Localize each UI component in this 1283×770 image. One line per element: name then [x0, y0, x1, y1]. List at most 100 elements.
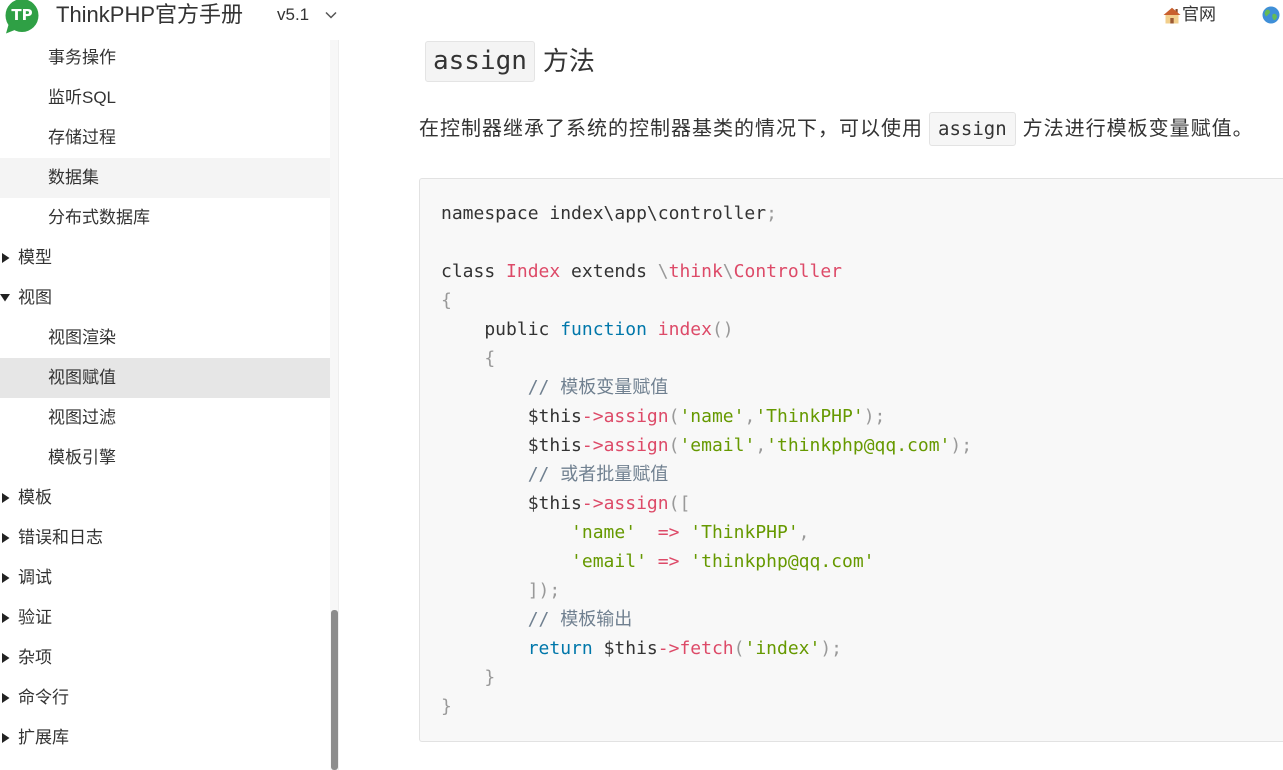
version-label: v5.1 — [277, 5, 310, 24]
code-token: { — [484, 348, 496, 369]
sidebar-item-label: 视图渲染 — [48, 328, 116, 347]
official-site-link[interactable]: 官网 — [1163, 5, 1216, 25]
caret-right-icon[interactable] — [2, 693, 12, 703]
code-token: => — [657, 551, 680, 572]
sidebar-item[interactable]: 存储过程 — [0, 118, 330, 158]
code-token: $this — [441, 406, 582, 427]
code-line: } — [441, 663, 1283, 692]
sidebar-item[interactable]: 命令行 — [0, 678, 330, 718]
code-line: { — [441, 286, 1283, 315]
sidebar-item[interactable]: 视图赋值 — [0, 358, 330, 398]
code-line: 'email' => 'thinkphp@qq.com' — [441, 547, 1283, 576]
code-block: namespace index\app\controller; class Ind… — [419, 178, 1283, 742]
sidebar-item[interactable]: 数据集 — [0, 158, 330, 198]
code-token: -> — [581, 435, 604, 456]
sidebar-item[interactable]: 模板引擎 — [0, 438, 330, 478]
code-line: class Index extends \think\Controller — [441, 257, 1283, 286]
code-token: ([ — [668, 493, 691, 514]
sidebar-item[interactable]: 验证 — [0, 598, 330, 638]
code-line: $this->assign('name','ThinkPHP'); — [441, 402, 1283, 431]
sidebar-item-label: 视图 — [18, 288, 52, 307]
code-line: return $this->fetch('index'); — [441, 634, 1283, 663]
code-token: 'email' — [571, 551, 647, 572]
sidebar-item[interactable]: 监听SQL — [0, 78, 330, 118]
code-token: $this — [592, 638, 658, 659]
caret-right-icon[interactable] — [2, 573, 12, 583]
code-token: assign — [603, 406, 669, 427]
code-token: 'index' — [744, 638, 821, 659]
code-line: } — [441, 692, 1283, 721]
code-token: $this — [441, 493, 582, 514]
code-line: { — [441, 344, 1283, 373]
code-line: // 模板输出 — [441, 605, 1283, 634]
globe-icon[interactable] — [1262, 6, 1280, 24]
code-token: function — [560, 319, 647, 340]
code-token: , — [755, 435, 767, 456]
code-token: () — [711, 319, 734, 340]
caret-right-icon[interactable] — [2, 253, 12, 263]
sidebar-item[interactable]: 扩展库 — [0, 718, 330, 758]
sidebar-item[interactable]: 错误和日志 — [0, 518, 330, 558]
sidebar-nav: 事务操作 监听SQL 存储过程 数据集 分布式数据库 模型 视图 视图渲染 视图赋值 视图过滤 模板… — [0, 40, 330, 770]
code-token: return — [527, 638, 593, 659]
caret-down-icon[interactable] — [0, 294, 10, 304]
code-token: 'thinkphp@qq.com' — [690, 551, 875, 572]
caret-right-icon[interactable] — [2, 493, 12, 503]
code-token: ( — [668, 406, 680, 427]
sidebar-item[interactable]: 调试 — [0, 558, 330, 598]
caret-right-icon[interactable] — [2, 533, 12, 543]
code-token: ( — [733, 638, 745, 659]
site-title[interactable]: ThinkPHP官方手册 — [56, 2, 243, 28]
sidebar-scrollbar[interactable] — [330, 40, 338, 770]
code-token: ); — [863, 406, 886, 427]
sidebar-item[interactable]: 事务操作 — [0, 40, 330, 78]
sidebar-item-label: 数据集 — [48, 168, 99, 187]
sidebar-item[interactable]: 视图过滤 — [0, 398, 330, 438]
code-token: -> — [581, 406, 604, 427]
sidebar-item[interactable]: 分布式数据库 — [0, 198, 330, 238]
version-selector[interactable]: v5.1 — [277, 5, 337, 25]
code-token: $this — [441, 435, 582, 456]
code-token: } — [484, 667, 496, 688]
caret-right-icon[interactable] — [2, 653, 12, 663]
code-token: { — [441, 290, 452, 311]
sidebar-item[interactable]: 视图渲染 — [0, 318, 330, 358]
sidebar-item[interactable]: 模板 — [0, 478, 330, 518]
code-token: ); — [950, 435, 973, 456]
sidebar-item-label: 事务操作 — [48, 48, 116, 67]
sidebar-item-label: 模板 — [18, 488, 52, 507]
code-token: 'email' — [679, 435, 756, 456]
scrollbar-thumb[interactable] — [331, 610, 338, 770]
sidebar-item[interactable]: 视图 — [0, 278, 330, 318]
code-token: Controller — [733, 261, 843, 282]
heading-text: 方法 — [542, 46, 595, 76]
code-token: // 模板变量赋值 — [441, 377, 669, 398]
code-lines: namespace index\app\controller; class Ind… — [420, 179, 1283, 721]
doc-content: assign 方法 在控制器继承了系统的控制器基类的情况下，可以使用 assign… — [338, 0, 1283, 770]
official-site-label: 官网 — [1182, 5, 1216, 24]
sidebar-item-label: 模型 — [18, 248, 52, 267]
sidebar-item[interactable]: 杂项 — [0, 638, 330, 678]
sidebar-item[interactable]: 模型 — [0, 238, 330, 278]
code-line: namespace index\app\controller; — [441, 199, 1283, 228]
code-token: -> — [657, 638, 680, 659]
caret-right-icon[interactable] — [2, 613, 12, 623]
thinkphp-logo[interactable]: TP — [4, 0, 40, 35]
top-bar: TP ThinkPHP官方手册 v5.1 官网 — [0, 0, 1283, 40]
code-token: namespace index\app\controller — [441, 203, 767, 224]
code-token: 'ThinkPHP' — [690, 522, 799, 543]
code-line: public function index() — [441, 315, 1283, 344]
code-line: $this->assign('email','thinkphp@qq.com')… — [441, 431, 1283, 460]
sidebar-item-label: 扩展库 — [18, 728, 69, 747]
sidebar-item-label: 视图赋值 — [48, 368, 116, 387]
caret-right-icon[interactable] — [2, 733, 12, 743]
code-token: 'name' — [571, 522, 637, 543]
intro-text-before: 在控制器继承了系统的控制器基类的情况下，可以使用 — [419, 118, 923, 140]
